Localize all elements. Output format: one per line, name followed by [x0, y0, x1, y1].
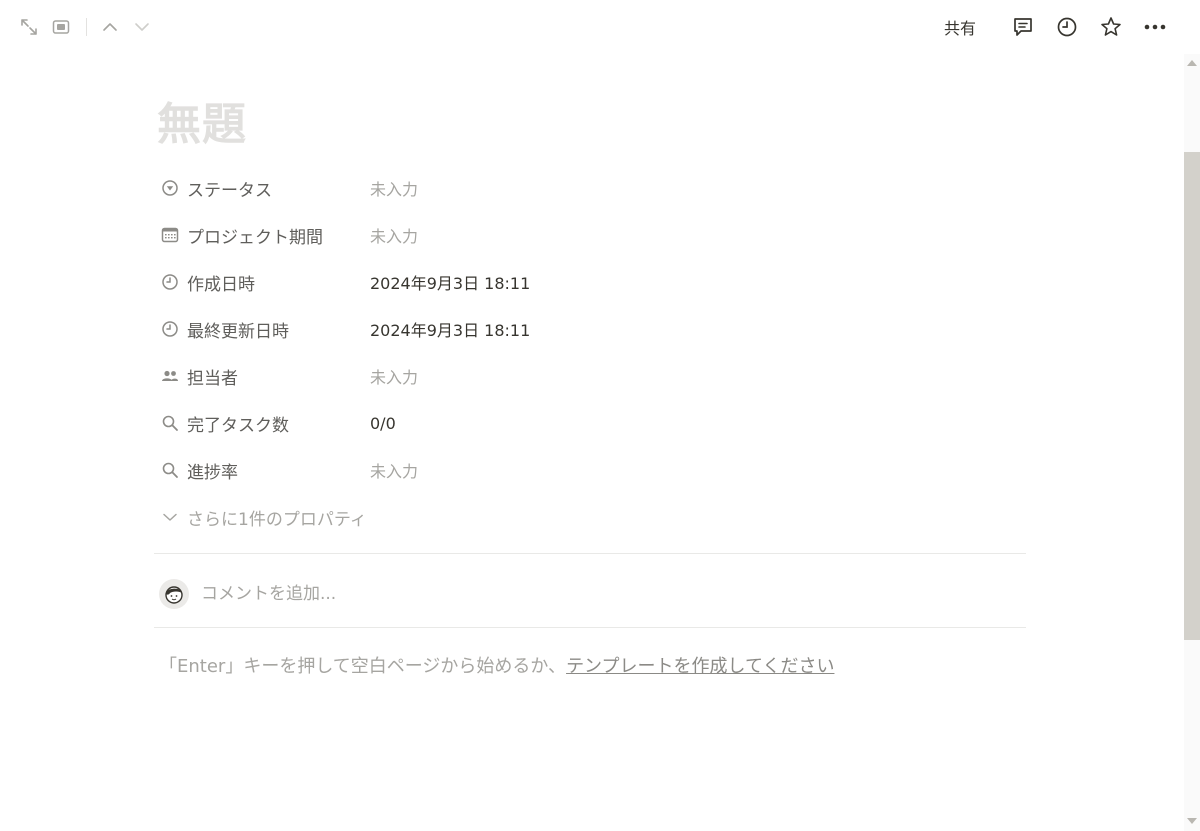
share-button[interactable]: 共有	[944, 15, 976, 39]
more-properties-label: さらに1件のプロパティ	[187, 509, 367, 530]
more-button[interactable]	[1140, 12, 1170, 42]
more-properties-row[interactable]: さらに1件のプロパティ	[157, 495, 1027, 542]
property-row-progress[interactable]: 進捗率 未入力	[157, 448, 1027, 495]
scrollbar-thumb[interactable]	[1184, 152, 1200, 640]
property-row-project-period[interactable]: プロジェクト期間 未入力	[157, 213, 1027, 260]
property-row-created-time[interactable]: 作成日時 2024年9月3日 18:11	[157, 260, 1027, 307]
property-name[interactable]: 進捗率	[161, 456, 238, 484]
divider	[154, 553, 1026, 554]
history-button[interactable]	[1052, 12, 1082, 42]
topbar-left	[16, 14, 161, 40]
property-name-label: 進捗率	[187, 462, 238, 483]
comment-icon	[1014, 18, 1032, 36]
property-value[interactable]: 未入力	[370, 174, 418, 202]
property-value: 2024年9月3日 18:11	[370, 321, 531, 340]
property-name[interactable]: 作成日時	[161, 268, 255, 296]
property-value[interactable]: 未入力	[370, 362, 418, 390]
property-name[interactable]: 最終更新日時	[161, 315, 289, 343]
property-name-label: ステータス	[187, 180, 272, 201]
search-icon	[162, 415, 178, 431]
hint-text: 「Enter」キーを押して空白ページから始めるか、	[159, 656, 567, 677]
property-row-completed-tasks[interactable]: 完了タスク数 0/0	[157, 401, 1027, 448]
property-name-label: 作成日時	[187, 274, 255, 295]
scroll-down-arrow[interactable]	[1187, 818, 1197, 824]
divider	[154, 627, 1026, 628]
property-value[interactable]: 未入力	[370, 456, 418, 484]
topbar: 共有	[0, 0, 1184, 54]
property-value: 2024年9月3日 18:11	[370, 274, 531, 293]
page-title[interactable]: 無題	[157, 88, 247, 152]
property-row-last-edited-time[interactable]: 最終更新日時 2024年9月3日 18:11	[157, 307, 1027, 354]
more-icon	[1144, 24, 1166, 30]
clock-icon	[162, 321, 178, 337]
previous-page-button[interactable]	[97, 14, 123, 40]
history-icon	[1057, 17, 1077, 37]
property-row-status[interactable]: ステータス 未入力	[157, 166, 1027, 213]
expand-button[interactable]	[16, 14, 42, 40]
chevron-up-icon	[103, 23, 117, 31]
comment-row	[159, 578, 803, 610]
property-name[interactable]: ステータス	[161, 174, 272, 202]
property-name-label: プロジェクト期間	[187, 227, 323, 248]
property-name[interactable]: 担当者	[161, 362, 238, 390]
property-name[interactable]: 完了タスク数	[161, 409, 289, 437]
property-name-label: 担当者	[187, 368, 238, 389]
star-icon	[1101, 17, 1121, 36]
side-peek-icon	[52, 20, 70, 34]
user-avatar-icon	[165, 586, 183, 604]
avatar	[159, 579, 189, 609]
next-page-button[interactable]	[129, 14, 155, 40]
comment-input[interactable]	[199, 583, 803, 605]
more-properties-toggle[interactable]: さらに1件のプロパティ	[161, 503, 367, 531]
search-icon	[162, 462, 178, 478]
expand-icon	[21, 19, 37, 35]
empty-page-hint: 「Enter」キーを押して空白ページから始めるか、テンプレートを作成してください	[159, 652, 834, 678]
property-value: 0/0	[370, 413, 396, 433]
people-icon	[162, 370, 178, 381]
create-template-link[interactable]: テンプレートを作成してください	[566, 656, 834, 677]
chevron-down-icon	[163, 513, 177, 521]
topbar-divider	[86, 18, 87, 36]
favorite-button[interactable]	[1096, 12, 1126, 42]
comments-button[interactable]	[1008, 12, 1038, 42]
property-list: ステータス 未入力 プロジェクト期間 未入力 作成日時 2024年9月3日 18…	[157, 166, 1027, 542]
topbar-right: 共有	[944, 12, 1170, 42]
property-row-assignee[interactable]: 担当者 未入力	[157, 354, 1027, 401]
property-name[interactable]: プロジェクト期間	[161, 221, 323, 249]
property-name-label: 完了タスク数	[187, 415, 289, 436]
calendar-icon	[161, 227, 179, 243]
scroll-up-arrow[interactable]	[1187, 60, 1197, 66]
property-value[interactable]: 未入力	[370, 221, 418, 249]
status-icon	[162, 180, 178, 196]
chevron-down-icon	[135, 23, 149, 31]
page-frame: 共有 無題 ステータス 未入力 プロジェクト期間 未入力 作成日時 2024年9…	[0, 0, 1200, 831]
side-peek-button[interactable]	[48, 14, 74, 40]
property-name-label: 最終更新日時	[187, 321, 289, 342]
clock-icon	[162, 274, 178, 290]
